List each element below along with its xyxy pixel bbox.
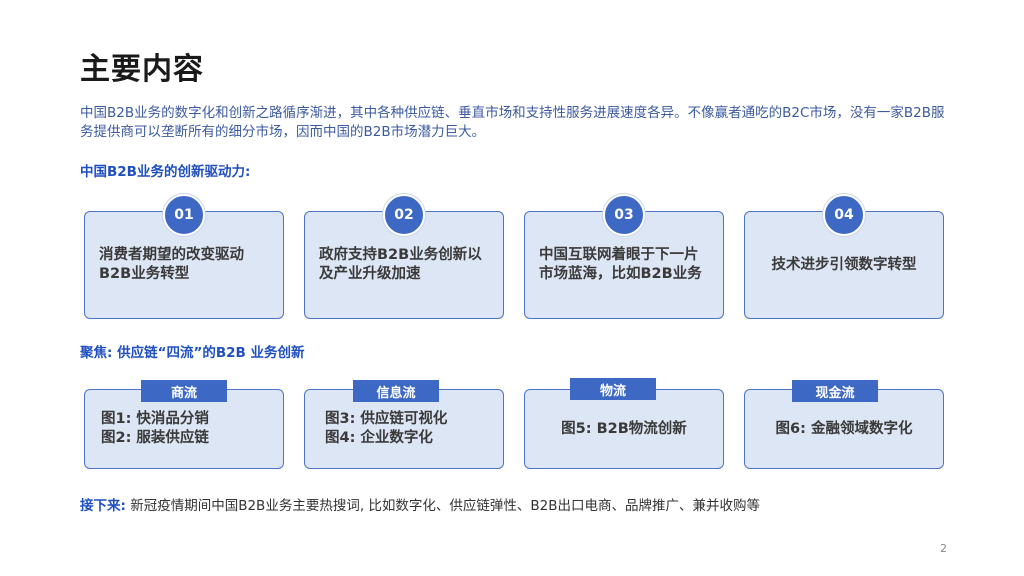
driver-card-text: 中国互联网着眼于下一片市场蓝海，比如B2B业务 (539, 247, 702, 282)
driver-card-text: 技术进步引领数字转型 (771, 256, 917, 273)
flow-tab-cashflow: 现金流 (792, 380, 878, 402)
flow-card-3: 图5: B2B物流创新 (524, 389, 724, 469)
next-steps: 接下来: 新冠疫情期间中国B2B业务主要热搜词, 比如数字化、供应链弹性、B2B… (80, 494, 760, 514)
driver-number-badge: 03 (603, 194, 645, 236)
flow-item: 图6: 金融领域数字化 (775, 420, 913, 437)
flow-tab-information: 信息流 (353, 380, 439, 402)
next-label: 接下来: (80, 498, 126, 514)
flows-heading: 聚焦: 供应链“四流”的B2B 业务创新 (80, 345, 305, 361)
flow-tab-logistics: 物流 (570, 378, 656, 400)
flow-item: 图2: 服装供应链 (101, 430, 209, 446)
drivers-heading: 中国B2B业务的创新驱动力: (80, 164, 251, 180)
driver-card-text: 政府支持B2B业务创新以及产业升级加速 (319, 247, 482, 282)
flow-item: 图5: B2B物流创新 (561, 420, 687, 437)
flow-tab-commerce: 商流 (141, 380, 227, 402)
flow-item: 图1: 快消品分销 (101, 411, 209, 427)
flow-item: 图4: 企业数字化 (325, 430, 433, 446)
driver-number-badge: 02 (383, 194, 425, 236)
driver-card-text: 消费者期望的改变驱动B2B业务转型 (99, 247, 244, 282)
driver-number-badge: 01 (163, 194, 205, 236)
flow-item: 图3: 供应链可视化 (325, 411, 448, 427)
page-title: 主要内容 (80, 52, 204, 87)
page-number: 2 (940, 542, 947, 555)
driver-number-badge: 04 (823, 194, 865, 236)
next-text: 新冠疫情期间中国B2B业务主要热搜词, 比如数字化、供应链弹性、B2B出口电商、… (130, 498, 761, 514)
intro-paragraph: 中国B2B业务的数字化和创新之路循序渐进，其中各种供应链、垂直市场和支持性服务进… (80, 105, 945, 140)
